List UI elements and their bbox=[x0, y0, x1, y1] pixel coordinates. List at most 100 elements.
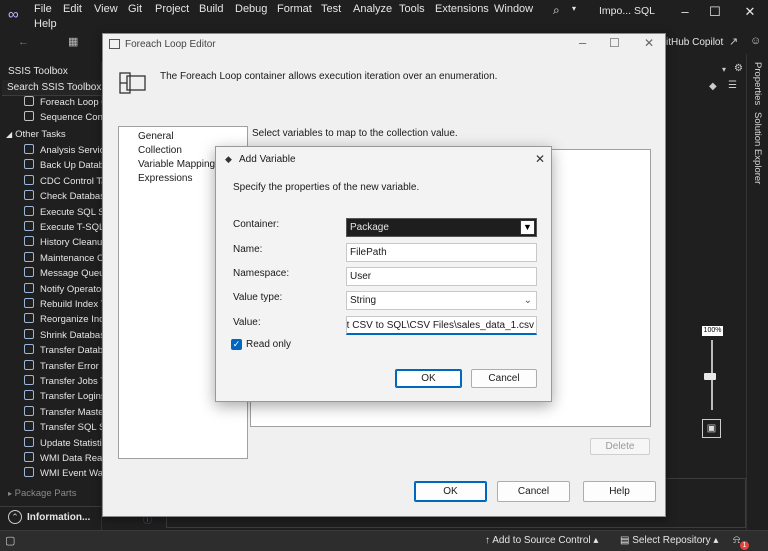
output-icon[interactable]: ▢ bbox=[5, 534, 15, 547]
toolbox-item[interactable]: Rebuild Index Ta bbox=[0, 298, 102, 313]
cancel-button[interactable]: Cancel bbox=[497, 481, 570, 502]
task-icon bbox=[24, 159, 34, 170]
share-icon[interactable]: ↗ bbox=[729, 35, 738, 48]
toolbox-item[interactable]: Transfer Jobs Ta bbox=[0, 375, 102, 390]
toolbox-item-label: Maintenance Cl bbox=[40, 252, 102, 264]
close-icon[interactable]: ✕ bbox=[735, 0, 765, 24]
toolbox-item[interactable]: Transfer Databa bbox=[0, 344, 102, 359]
menu-window[interactable]: Window bbox=[494, 3, 533, 15]
zoom-to-fit-icon[interactable]: ▣ bbox=[702, 419, 721, 438]
maximize-icon[interactable]: ☐ bbox=[609, 36, 620, 50]
name-field[interactable]: FilePath bbox=[346, 243, 537, 262]
close-icon[interactable]: ✕ bbox=[644, 36, 654, 50]
new-project-icon[interactable]: ▦ bbox=[68, 35, 78, 48]
task-icon bbox=[24, 236, 34, 247]
add-to-source-control[interactable]: ↑ Add to Source Control ▴ bbox=[485, 535, 598, 546]
menu-test[interactable]: Test bbox=[321, 3, 341, 15]
menu-build[interactable]: Build bbox=[199, 3, 223, 15]
search-icon[interactable]: ⌕ bbox=[553, 3, 560, 18]
read-only-checkbox[interactable]: ✓ bbox=[231, 339, 242, 350]
list-icon[interactable]: ☰ bbox=[728, 80, 737, 91]
menu-tools[interactable]: Tools bbox=[399, 3, 425, 15]
menu-project[interactable]: Project bbox=[155, 3, 189, 15]
toolbox-item-label: Transfer Databa bbox=[40, 345, 102, 357]
menu-git[interactable]: Git bbox=[128, 3, 142, 15]
toolbox-item[interactable]: Transfer SQL Se bbox=[0, 421, 102, 436]
zoom-slider-thumb[interactable] bbox=[704, 373, 716, 380]
chevron-down-icon[interactable]: ▼ bbox=[520, 220, 535, 235]
container-select[interactable]: Package ▼ bbox=[346, 218, 537, 237]
toolbox-item[interactable]: Reorganize Inde bbox=[0, 313, 102, 328]
toolbox-item[interactable]: Execute T-SQL S bbox=[0, 221, 102, 236]
toolbox-item[interactable]: WMI Data Read bbox=[0, 452, 102, 467]
minimize-icon[interactable]: – bbox=[670, 0, 700, 24]
select-repository[interactable]: ▤ Select Repository ▴ bbox=[620, 535, 718, 546]
menu-analyze[interactable]: Analyze bbox=[353, 3, 392, 15]
designer-right-area: ▾ ⚙ ◆ ☰ 100% ▣ bbox=[666, 62, 746, 530]
package-parts-header[interactable]: ▸ Package Parts bbox=[8, 488, 76, 499]
ok-button[interactable]: OK bbox=[414, 481, 487, 502]
value-type-select[interactable]: String ⌄ bbox=[346, 291, 537, 310]
menu-extensions[interactable]: Extensions bbox=[435, 3, 489, 15]
menu-debug[interactable]: Debug bbox=[235, 3, 267, 15]
delete-button[interactable]: Delete bbox=[590, 438, 650, 455]
properties-tab[interactable]: Properties bbox=[752, 62, 763, 105]
solution-explorer-tab[interactable]: Solution Explorer bbox=[752, 112, 763, 184]
menu-edit[interactable]: Edit bbox=[63, 3, 82, 15]
chevron-down-icon[interactable]: ⌄ bbox=[524, 292, 532, 309]
info-collapse-icon[interactable]: ⌃ bbox=[8, 510, 22, 524]
menu-format[interactable]: Format bbox=[277, 3, 312, 15]
package-icon[interactable]: ◆ bbox=[709, 81, 717, 92]
gear-icon[interactable]: ⚙ bbox=[734, 63, 743, 74]
nav-variable-mappings[interactable]: Variable Mappings bbox=[138, 159, 220, 170]
toolbox-item[interactable]: Maintenance Cl bbox=[0, 251, 102, 267]
side-tab-strip: Properties Solution Explorer bbox=[746, 54, 768, 530]
close-icon[interactable]: ✕ bbox=[535, 152, 545, 166]
toolbox-item[interactable]: Check Database bbox=[0, 190, 102, 205]
toolbox-item[interactable]: Foreach Loop C bbox=[0, 96, 102, 111]
dialog-app-icon bbox=[109, 39, 120, 49]
nav-expressions[interactable]: Expressions bbox=[138, 173, 192, 184]
task-icon bbox=[24, 313, 34, 324]
toolbox-item[interactable]: Transfer Master bbox=[0, 405, 102, 421]
toolbox-item[interactable]: Analysis Service bbox=[0, 144, 102, 159]
cancel-button[interactable]: Cancel bbox=[471, 369, 537, 388]
menu-file[interactable]: File bbox=[34, 3, 52, 15]
toolbox-item[interactable]: Transfer Logins bbox=[0, 390, 102, 405]
minimize-icon[interactable]: – bbox=[579, 35, 586, 50]
nav-general[interactable]: General bbox=[138, 131, 174, 142]
search-dropdown-icon[interactable]: ▾ bbox=[572, 4, 576, 13]
toolbox-item[interactable]: Message Queue bbox=[0, 267, 102, 282]
toolbox-group-other-tasks[interactable]: ◢ Other Tasks bbox=[6, 129, 108, 144]
namespace-field[interactable]: User bbox=[346, 267, 537, 286]
toolbox-item[interactable]: WMI Event Wat bbox=[0, 467, 102, 482]
information-header[interactable]: Information... bbox=[27, 512, 90, 523]
toolbox-item-label: Transfer Error M bbox=[40, 360, 102, 372]
dialog-title: Foreach Loop Editor bbox=[125, 39, 216, 50]
task-icon bbox=[24, 421, 34, 432]
back-icon[interactable]: ← bbox=[18, 36, 29, 48]
toolbox-item[interactable]: CDC Control Tas bbox=[0, 174, 102, 190]
value-field[interactable]: \Import CSV to SQL\CSV Files\sales_data_… bbox=[346, 316, 537, 335]
toolbox-item[interactable]: Back Up Databa bbox=[0, 159, 102, 174]
menu-help[interactable]: Help bbox=[34, 18, 57, 30]
ok-button[interactable]: OK bbox=[395, 369, 462, 388]
toolbox-search-input[interactable]: Search SSIS Toolbox bbox=[2, 80, 102, 96]
toolbox-item[interactable]: Shrink Database bbox=[0, 328, 102, 344]
toolbox-item[interactable]: Notify Operator bbox=[0, 282, 102, 298]
toolbox-item-label: Back Up Databa bbox=[40, 160, 102, 172]
help-button[interactable]: Help bbox=[583, 481, 656, 502]
toolbox-item[interactable]: History Cleanup bbox=[0, 236, 102, 251]
divider bbox=[0, 506, 102, 507]
maximize-icon[interactable]: ☐ bbox=[700, 0, 730, 24]
feedback-icon[interactable]: ☺ bbox=[750, 35, 761, 47]
visual-studio-logo-icon: ∞ bbox=[8, 6, 19, 23]
toolbox-item[interactable]: Execute SQL Se bbox=[0, 205, 102, 221]
toolbox-item[interactable]: Update Statistic bbox=[0, 436, 102, 452]
toolbox-item[interactable]: Sequence Conta bbox=[0, 111, 102, 126]
dropdown-icon[interactable]: ▾ bbox=[722, 65, 726, 74]
nav-collection[interactable]: Collection bbox=[138, 145, 182, 156]
toolbox-item[interactable]: Transfer Error M bbox=[0, 359, 102, 375]
github-copilot-label[interactable]: itHub Copilot bbox=[666, 37, 723, 48]
menu-view[interactable]: View bbox=[94, 3, 118, 15]
